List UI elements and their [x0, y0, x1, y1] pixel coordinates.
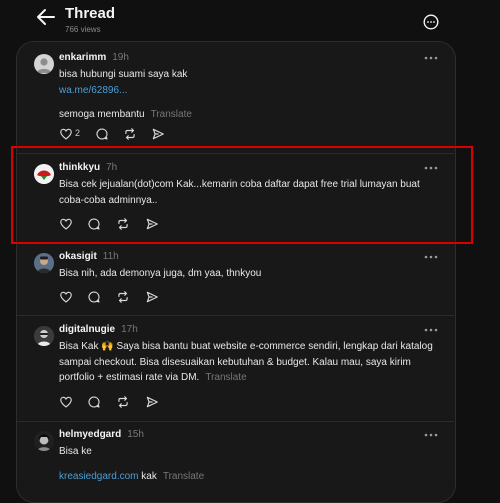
repost-icon[interactable]	[123, 127, 137, 141]
like-button[interactable]: 2	[59, 127, 80, 141]
timestamp: 15h	[127, 429, 144, 440]
avatar[interactable]	[34, 326, 54, 346]
avatar[interactable]	[34, 431, 54, 451]
post-text: Bisa ke kreasiedgard.com kak Translate	[59, 444, 444, 484]
share-icon[interactable]	[151, 127, 165, 141]
comment-icon[interactable]	[87, 395, 101, 409]
more-dots-icon[interactable]	[423, 327, 439, 333]
share-icon[interactable]	[145, 290, 159, 304]
post-text: Bisa Kak 🙌 Saya bisa bantu buat website …	[59, 339, 444, 386]
reply-post: digitalnugie 17h Bisa Kak 🙌 Saya bisa ban…	[17, 315, 454, 420]
more-dots-icon[interactable]	[423, 55, 439, 61]
repost-icon[interactable]	[116, 395, 130, 409]
comment-icon[interactable]	[95, 127, 109, 141]
reply-post: okasigit 11h Bisa nih, ada demonya juga, …	[17, 242, 454, 314]
share-icon[interactable]	[145, 395, 159, 409]
translate-link[interactable]: Translate	[163, 471, 204, 482]
page-title: Thread	[65, 5, 116, 22]
post-text-line: semoga membantu	[59, 109, 145, 120]
post-link[interactable]: wa.me/62896...	[59, 83, 444, 99]
more-dots-icon[interactable]	[423, 254, 439, 260]
translate-link[interactable]: Translate	[151, 109, 192, 120]
more-dots-icon[interactable]	[423, 432, 439, 438]
username[interactable]: enkarimm 19h	[59, 52, 129, 63]
highlight-box	[11, 146, 473, 244]
post-text-line: bisa hubungi suami saya kak	[59, 69, 188, 80]
timestamp: 17h	[121, 324, 138, 335]
username[interactable]: helmyedgard 15h	[59, 429, 144, 440]
top-bar: Thread 766 views	[0, 0, 500, 40]
repost-icon[interactable]	[116, 290, 130, 304]
timestamp: 19h	[112, 52, 129, 63]
reply-post: helmyedgard 15h Bisa ke kreasiedgard.com …	[17, 421, 454, 485]
like-count: 2	[75, 128, 81, 138]
translate-link[interactable]: Translate	[205, 372, 246, 383]
username[interactable]: okasigit 11h	[59, 251, 119, 262]
post-text-line: Bisa ke	[59, 446, 92, 457]
reply-post: enkarimm 19h bisa hubungi suami saya kak …	[17, 45, 454, 148]
timestamp: 11h	[102, 251, 119, 262]
avatar[interactable]	[34, 253, 54, 273]
comment-icon[interactable]	[87, 290, 101, 304]
post-text: Bisa nih, ada demonya juga, dm yaa, thnk…	[59, 268, 262, 279]
post-text: bisa hubungi suami saya kak wa.me/62896.…	[59, 67, 444, 123]
heart-icon[interactable]	[59, 395, 73, 409]
post-link[interactable]: kreasiedgard.com	[59, 471, 138, 482]
more-circle-icon[interactable]	[423, 14, 439, 30]
back-arrow-icon[interactable]	[34, 6, 58, 28]
avatar[interactable]	[34, 54, 54, 74]
heart-icon[interactable]	[59, 290, 73, 304]
username[interactable]: digitalnugie 17h	[59, 324, 138, 335]
post-text-line: kak	[141, 470, 157, 482]
view-count: 766 views	[65, 25, 101, 34]
